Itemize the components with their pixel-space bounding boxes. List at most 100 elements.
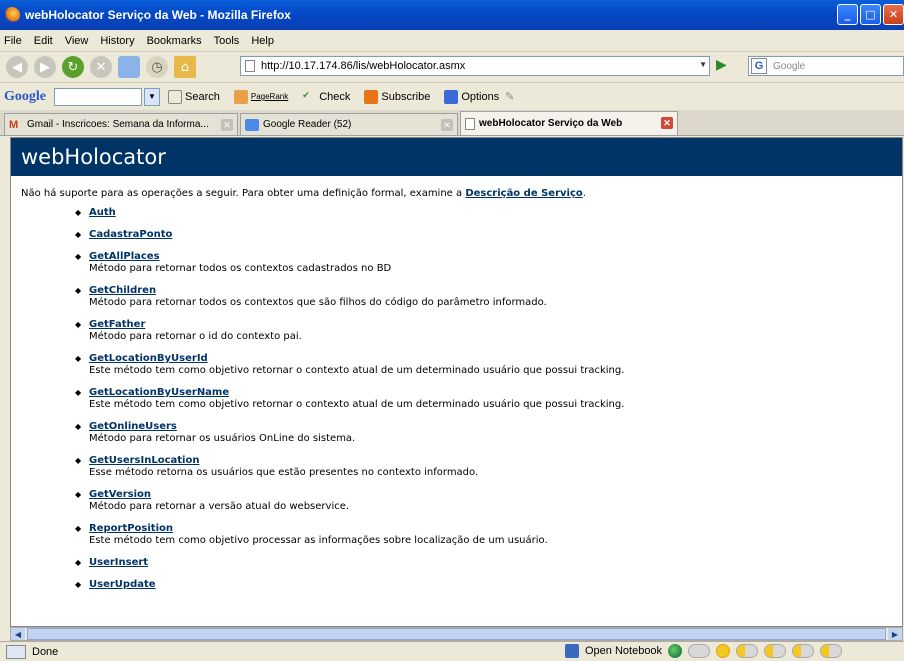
tab-webholocator[interactable]: webHolocator Serviço da Web ✕: [460, 111, 678, 135]
g-icon: [168, 89, 182, 104]
partly-cloudy-icon[interactable]: [820, 644, 843, 658]
horizontal-scrollbar[interactable]: ◀ ▶: [10, 627, 903, 641]
operation-link[interactable]: Auth: [89, 207, 902, 219]
maximize-button[interactable]: □: [860, 4, 881, 25]
operation-link[interactable]: GetUsersInLocation: [89, 455, 902, 467]
pagerank-status-icon[interactable]: [668, 644, 683, 658]
search-engine-icon[interactable]: G: [751, 58, 767, 74]
firefox-icon: [4, 7, 20, 23]
menu-help[interactable]: Help: [251, 35, 274, 47]
tab-close-icon[interactable]: ✕: [441, 119, 453, 131]
go-icon[interactable]: ▶: [716, 57, 732, 75]
operation-item: GetVersionMétodo para retornar a versão …: [73, 489, 902, 513]
options-icon: [444, 89, 459, 104]
notebook-icon[interactable]: [565, 644, 579, 658]
url-bar[interactable]: http://10.17.174.86/lis/webHolocator.asm…: [240, 56, 710, 76]
operation-item: ReportPositionEste método tem como objet…: [73, 523, 902, 547]
google-dropdown-icon[interactable]: ▼: [144, 87, 160, 106]
window-title: webHolocator Serviço da Web - Mozilla Fi…: [25, 8, 291, 22]
tab-close-icon[interactable]: ✕: [221, 119, 233, 131]
operation-description: Método para retornar a versão atual do w…: [89, 501, 350, 512]
close-button[interactable]: ✕: [883, 4, 904, 25]
tab-label: webHolocator Serviço da Web: [479, 118, 623, 129]
operation-link[interactable]: GetAllPlaces: [89, 251, 902, 263]
operation-description: Este método tem como objetivo retornar o…: [89, 399, 625, 410]
pagerank-icon: [233, 89, 248, 104]
tab-close-icon[interactable]: ✕: [661, 117, 673, 129]
operation-link[interactable]: GetVersion: [89, 489, 902, 501]
menu-history[interactable]: History: [100, 35, 134, 47]
operation-item: GetChildrenMétodo para retornar todos os…: [73, 285, 902, 309]
operation-item: GetLocationByUserIdEste método tem como …: [73, 353, 902, 377]
cloud-icon[interactable]: [688, 644, 711, 658]
operation-link[interactable]: UserUpdate: [89, 579, 902, 591]
pagerank-button[interactable]: PageRank: [233, 89, 289, 104]
page-title: webHolocator: [11, 138, 902, 176]
home-icon[interactable]: ⌂: [174, 56, 196, 78]
operation-item: GetAllPlacesMétodo para retornar todos o…: [73, 251, 902, 275]
search-bar[interactable]: G Google: [748, 56, 904, 76]
stop-icon[interactable]: ✕: [90, 56, 112, 78]
scroll-right-icon[interactable]: ▶: [888, 628, 902, 640]
google-logo[interactable]: Google: [4, 89, 46, 105]
operation-link[interactable]: GetLocationByUserName: [89, 387, 902, 399]
operation-item: UserInsert: [73, 557, 902, 569]
partly-cloudy-icon[interactable]: [764, 644, 787, 658]
status-icon: [6, 644, 26, 659]
intro-end: .: [582, 188, 586, 199]
operation-item: GetLocationByUserNameEste método tem com…: [73, 387, 902, 411]
page-icon: [245, 60, 255, 72]
options-label: Options: [461, 90, 500, 103]
spellcheck-icon: ✔: [302, 89, 310, 100]
tab-gmail[interactable]: M Gmail - Inscricoes: Semana da Informa.…: [4, 113, 238, 135]
operation-link[interactable]: GetLocationByUserId: [89, 353, 902, 365]
operation-item: GetFatherMétodo para retornar o id do co…: [73, 319, 902, 343]
partly-cloudy-icon[interactable]: [736, 644, 759, 658]
scroll-left-icon[interactable]: ◀: [11, 628, 25, 640]
operations-list: AuthCadastraPontoGetAllPlacesMétodo para…: [73, 207, 902, 591]
operation-link[interactable]: GetChildren: [89, 285, 902, 297]
partly-cloudy-icon[interactable]: [792, 644, 815, 658]
menu-bookmarks[interactable]: Bookmarks: [147, 35, 202, 47]
search-label: Search: [185, 90, 220, 103]
operation-link[interactable]: UserInsert: [89, 557, 902, 569]
operation-link[interactable]: GetOnlineUsers: [89, 421, 902, 433]
history-icon[interactable]: ◷: [146, 56, 168, 78]
reload-icon[interactable]: ↻: [62, 56, 84, 78]
menu-bar: File Edit View History Bookmarks Tools H…: [0, 30, 904, 52]
pencil-icon[interactable]: ✎: [505, 90, 514, 103]
options-button[interactable]: Options ✎: [444, 89, 514, 104]
url-dropdown-icon[interactable]: ▼: [699, 60, 707, 69]
menu-edit[interactable]: Edit: [34, 35, 53, 47]
gmail-icon: M: [9, 118, 19, 131]
tab-google-reader[interactable]: Google Reader (52) ✕: [240, 113, 458, 135]
menu-file[interactable]: File: [4, 35, 22, 47]
minimize-button[interactable]: _: [837, 4, 858, 25]
operation-link[interactable]: ReportPosition: [89, 523, 902, 535]
open-notebook-label[interactable]: Open Notebook: [585, 645, 662, 657]
operation-item: CadastraPonto: [73, 229, 902, 241]
operation-item: GetOnlineUsersMétodo para retornar os us…: [73, 421, 902, 445]
status-bar: Done Open Notebook: [0, 641, 904, 661]
intro-text: Não há suporte para as operações a segui…: [21, 188, 466, 199]
bookmark-icon[interactable]: [118, 56, 140, 78]
back-icon[interactable]: ◀: [6, 56, 28, 78]
scroll-thumb[interactable]: [27, 628, 886, 640]
pagerank-label: PageRank: [250, 92, 289, 101]
check-button[interactable]: ✔ Check: [302, 90, 350, 104]
sun-icon[interactable]: [716, 644, 731, 658]
google-toolbar: Google ▼ Search PageRank ✔ Check Subscrib…: [0, 82, 904, 110]
menu-tools[interactable]: Tools: [214, 35, 240, 47]
menu-view[interactable]: View: [65, 35, 89, 47]
subscribe-button[interactable]: Subscribe: [364, 89, 430, 104]
google-search-input[interactable]: [54, 87, 142, 106]
tab-bar: M Gmail - Inscricoes: Semana da Informa.…: [0, 110, 904, 136]
operation-link[interactable]: CadastraPonto: [89, 229, 902, 241]
google-search-button[interactable]: Search: [168, 89, 220, 104]
operation-link[interactable]: GetFather: [89, 319, 902, 331]
service-description-link[interactable]: Descrição de Serviço: [465, 188, 582, 199]
rss-icon: [364, 89, 379, 104]
operation-description: Esse método retorna os usuários que estã…: [89, 467, 479, 478]
page-icon: [465, 117, 475, 130]
forward-icon[interactable]: ▶: [34, 56, 56, 78]
